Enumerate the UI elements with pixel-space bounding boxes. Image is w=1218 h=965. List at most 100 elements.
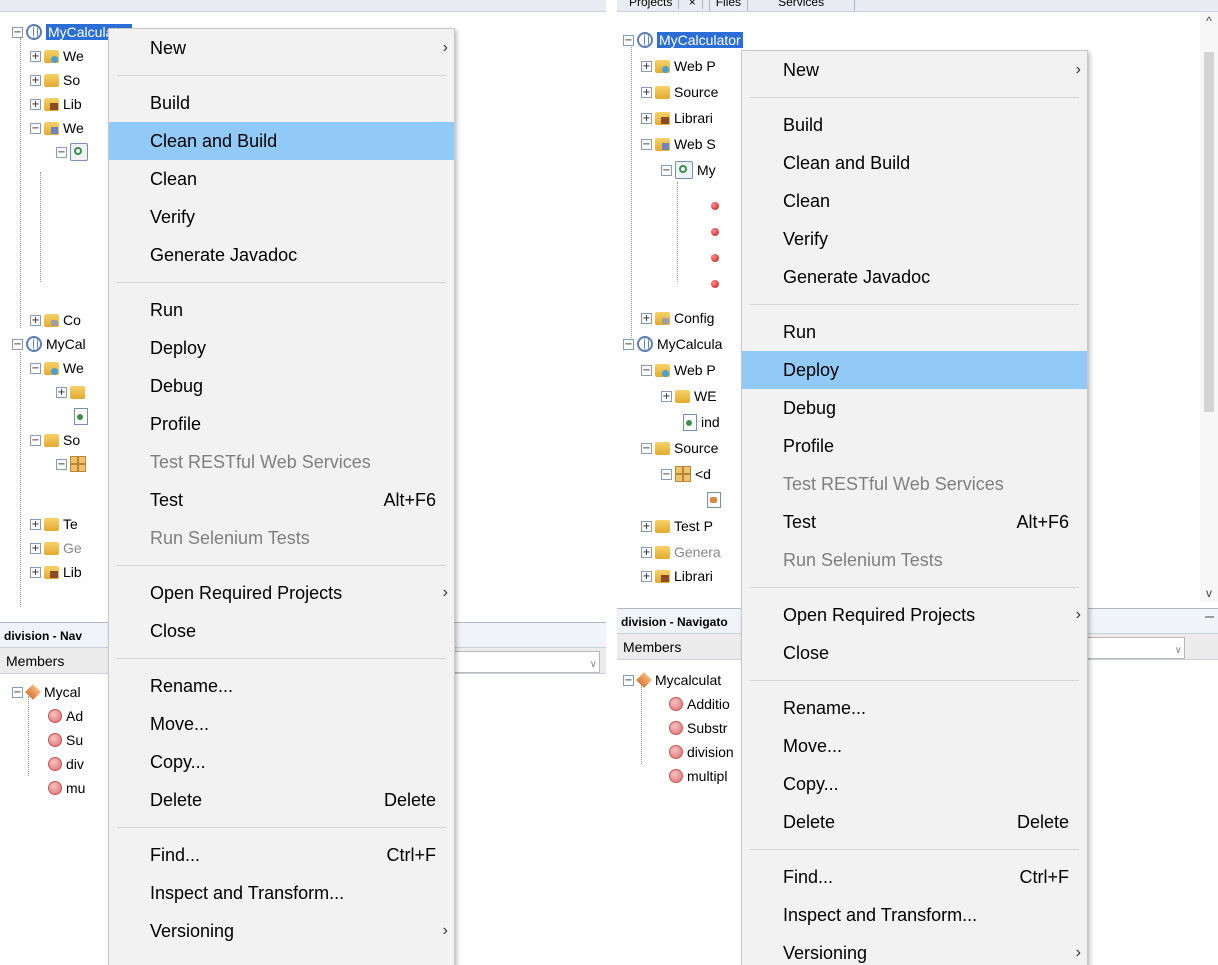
tree-node[interactable]: + So [30,68,80,92]
tree-node[interactable]: + [56,380,89,404]
scroll-thumb[interactable] [1204,52,1214,412]
expand-icon[interactable]: + [641,86,652,98]
collapse-icon[interactable]: − [56,458,67,470]
collapse-icon[interactable]: − [12,686,23,698]
tree-node[interactable]: + Web P [641,54,716,78]
tree-scrollbar[interactable]: ^ v [1200,12,1218,602]
collapse-icon[interactable]: − [641,138,652,150]
expand-icon[interactable]: + [641,112,652,124]
tree-node[interactable]: + Config [641,306,714,330]
menu-item-delete[interactable]: Delete Delete [109,781,454,819]
tree-node[interactable]: + Librari [641,564,713,588]
menu-item-build[interactable]: Build [109,84,454,122]
menu-item-move[interactable]: Move... [742,727,1087,765]
member-method[interactable]: div [48,752,84,776]
tree-node[interactable]: − [56,140,92,164]
member-method[interactable]: mu [48,776,85,800]
close-icon[interactable]: × [682,0,703,9]
menu-item-run[interactable]: Run [742,313,1087,351]
tree-node[interactable]: ind [683,410,720,434]
tree-node[interactable]: − Source [641,436,718,460]
collapse-icon[interactable]: − [623,34,634,46]
operation-node[interactable] [707,272,723,296]
expand-icon[interactable]: + [30,74,41,86]
tree-node[interactable]: + WE [661,384,717,408]
collapse-icon[interactable]: − [30,434,41,446]
member-method[interactable]: Ad [48,704,83,728]
menu-item-move[interactable]: Move... [109,705,454,743]
members-filter-combo[interactable]: ∨ [440,651,600,673]
menu-item-deploy[interactable]: Deploy [109,329,454,367]
tree-node-project[interactable]: − MyCal [12,332,86,356]
menu-item-versioning[interactable]: Versioning › [742,934,1087,965]
tree-node[interactable]: − We [30,356,84,380]
tree-node[interactable]: − So [30,428,80,452]
tree-node[interactable]: + Lib [30,92,82,116]
tree-node[interactable]: + Te [30,512,78,536]
expand-icon[interactable]: + [641,546,652,558]
menu-item-delete[interactable]: Delete Delete [742,803,1087,841]
menu-item-copy[interactable]: Copy... [742,765,1087,803]
member-method[interactable]: Additio [669,692,730,716]
menu-item-generate-javadoc[interactable]: Generate Javadoc [742,258,1087,296]
tab-projects[interactable]: Projects × [617,0,710,11]
member-class[interactable]: − Mycal [12,680,81,704]
menu-item-verify[interactable]: Verify [742,220,1087,258]
collapse-icon[interactable]: − [12,26,23,38]
menu-item-debug[interactable]: Debug [742,389,1087,427]
menu-item-close[interactable]: Close [109,612,454,650]
tree-node-project[interactable]: − MyCalculator [623,28,743,52]
expand-icon[interactable]: + [30,98,41,110]
collapse-icon[interactable]: − [661,468,672,480]
collapse-icon[interactable]: − [12,338,23,350]
member-class[interactable]: − Mycalculat [623,668,721,692]
menu-item-deploy[interactable]: Deploy [742,351,1087,389]
tree-node[interactable]: + Test P [641,514,713,538]
menu-item-new[interactable]: New › [742,51,1087,89]
menu-item-find[interactable]: Find... Ctrl+F [742,858,1087,896]
expand-icon[interactable]: + [30,50,41,62]
tree-node[interactable]: − My [661,158,716,182]
tree-node[interactable]: − [56,452,90,476]
menu-item-open-required-projects[interactable]: Open Required Projects › [742,596,1087,634]
menu-item-clean-and-build[interactable]: Clean and Build [109,122,454,160]
menu-item-new[interactable]: New › [109,29,454,67]
expand-icon[interactable]: + [30,542,41,554]
expand-icon[interactable]: + [641,570,652,582]
menu-item-generate-javadoc[interactable]: Generate Javadoc [109,236,454,274]
minimize-icon[interactable]: – [1205,608,1214,626]
operation-node[interactable] [707,194,723,218]
tree-node[interactable]: + Ge [30,536,82,560]
expand-icon[interactable]: + [56,386,67,398]
menu-item-close[interactable]: Close [742,634,1087,672]
menu-item-run[interactable]: Run [109,291,454,329]
member-method[interactable]: Su [48,728,83,752]
tree-node[interactable] [707,488,725,512]
tree-node[interactable]: + We [30,44,84,68]
menu-item-profile[interactable]: Profile [742,427,1087,465]
menu-item-inspect-transform[interactable]: Inspect and Transform... [109,874,454,912]
tree-node[interactable]: + Source [641,80,718,104]
member-method[interactable]: division [669,740,734,764]
menu-item-build[interactable]: Build [742,106,1087,144]
chevron-up-icon[interactable]: ^ [1200,12,1218,30]
tree-node[interactable]: − We [30,116,84,140]
tree-node-project[interactable]: − MyCalcula [623,332,722,356]
menu-item-verify[interactable]: Verify [109,198,454,236]
collapse-icon[interactable]: − [30,122,41,134]
expand-icon[interactable]: + [30,518,41,530]
tree-node[interactable]: − Web P [641,358,716,382]
member-method[interactable]: Substr [669,716,727,740]
menu-item-copy[interactable]: Copy... [109,743,454,781]
expand-icon[interactable]: + [641,312,652,324]
menu-item-rename[interactable]: Rename... [109,667,454,705]
menu-item-open-required-projects[interactable]: Open Required Projects › [109,574,454,612]
expand-icon[interactable]: + [661,390,672,402]
expand-icon[interactable]: + [30,314,41,326]
tree-node[interactable]: + Co [30,308,81,332]
expand-icon[interactable]: + [641,520,652,532]
menu-item-debug[interactable]: Debug [109,367,454,405]
tab-services[interactable]: Services [748,0,856,11]
collapse-icon[interactable]: − [661,164,672,176]
menu-item-clean[interactable]: Clean [742,182,1087,220]
